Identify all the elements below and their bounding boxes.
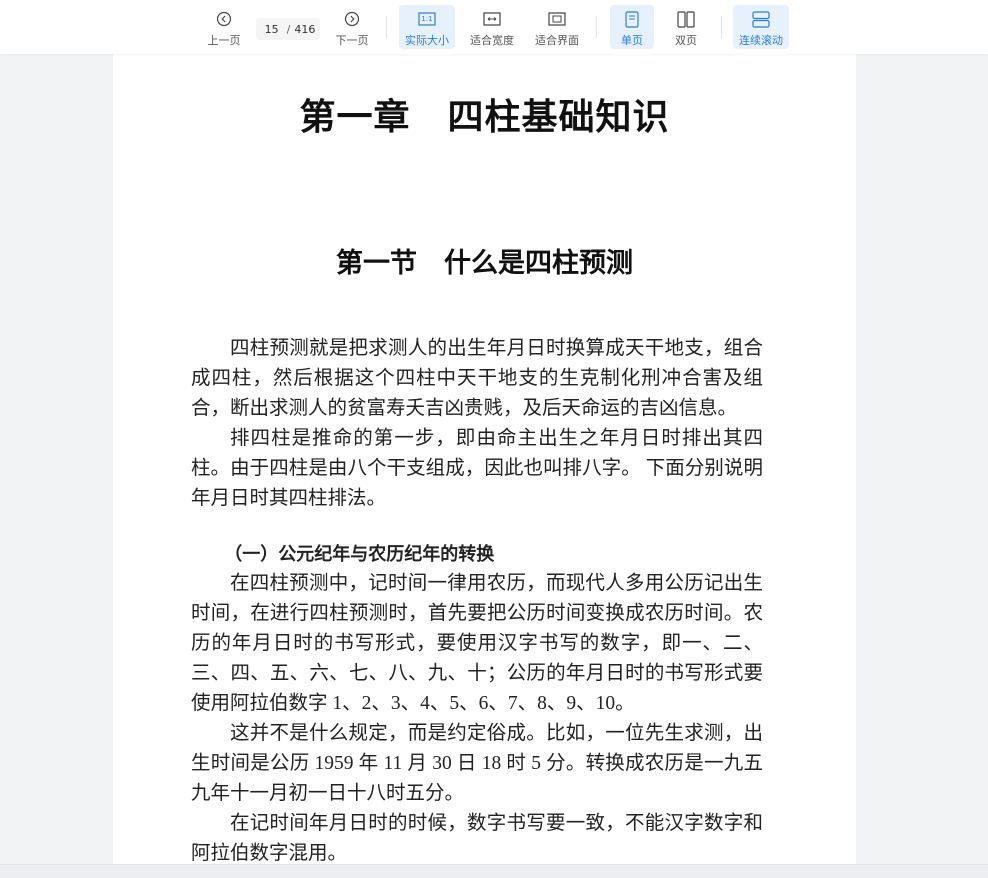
- page-indicator: 15 / 416: [256, 18, 320, 40]
- toolbar-divider: [721, 16, 722, 38]
- double-page-label: 双页: [675, 34, 697, 47]
- continuous-scroll-button[interactable]: 连续滚动: [733, 5, 789, 49]
- actual-size-button[interactable]: 1:1 实际大小: [399, 5, 455, 49]
- document-viewport[interactable]: 第一章 四柱基础知识 第一节 什么是四柱预测 四柱预测就是把求测人的出生年月日时…: [0, 54, 988, 864]
- document-page: 第一章 四柱基础知识 第一节 什么是四柱预测 四柱预测就是把求测人的出生年月日时…: [113, 54, 856, 864]
- paragraph: 四柱预测就是把求测人的出生年月日时换算成天干地支，组合成四柱，然后根据这个四柱中…: [191, 338, 763, 419]
- double-page-button[interactable]: 双页: [664, 5, 708, 49]
- continuous-scroll-icon: [752, 10, 770, 28]
- toolbar-divider: [596, 16, 597, 38]
- viewer-toolbar: 上一页 15 / 416 下一页 1:1 实际大小 适合宽度 适合界面 单页 双…: [0, 0, 988, 54]
- actual-size-icon: 1:1: [418, 10, 436, 28]
- section-title: 第一节 什么是四柱预测: [336, 248, 633, 279]
- fit-width-label: 适合宽度: [470, 34, 514, 47]
- paragraph: 这并不是什么规定，而是约定俗成。比如，一位先生求测，出生时间是公历 1959 年…: [191, 723, 763, 804]
- single-page-icon: [625, 10, 639, 28]
- current-page-input[interactable]: 15: [261, 23, 283, 36]
- bottom-bar: [0, 864, 988, 878]
- page-body-text: 四柱预测就是把求测人的出生年月日时换算成天干地支，组合成四柱，然后根据这个四柱中…: [191, 334, 763, 864]
- next-page-label: 下一页: [335, 34, 369, 47]
- double-page-icon: [677, 10, 695, 28]
- chapter-title: 第一章 四柱基础知识: [299, 96, 670, 138]
- prev-page-button[interactable]: 上一页: [203, 5, 245, 49]
- continuous-scroll-label: 连续滚动: [739, 34, 783, 47]
- chevron-left-circle-icon: [216, 10, 232, 28]
- fit-page-label: 适合界面: [535, 34, 579, 47]
- actual-size-glyph: 1:1: [421, 15, 433, 23]
- total-pages: 416: [294, 22, 316, 36]
- page-separator: /: [286, 22, 291, 36]
- subheading: （一）公元纪年与农历纪年的转换: [224, 544, 495, 565]
- actual-size-label: 实际大小: [405, 34, 449, 47]
- fit-width-icon: [483, 10, 501, 28]
- fit-width-button[interactable]: 适合宽度: [466, 5, 518, 49]
- fit-page-button[interactable]: 适合界面: [531, 5, 583, 49]
- single-page-label: 单页: [621, 34, 643, 47]
- prev-page-label: 上一页: [207, 34, 241, 47]
- toolbar-divider: [386, 16, 387, 38]
- paragraph: 在记时间年月日时的时候，数字书写要一致，不能汉字数字和阿拉伯数字混用。: [191, 813, 763, 864]
- fit-page-icon: [548, 10, 566, 28]
- next-page-button[interactable]: 下一页: [331, 5, 373, 49]
- paragraph: 在四柱预测中，记时间一律用农历，而现代人多用公历记出生时间，在进行四柱预测时，首…: [191, 573, 763, 714]
- paragraph: 排四柱是推命的第一步，即由命主出生之年月日时排出其四柱。由于四柱是由八个干支组成…: [191, 428, 763, 509]
- chevron-right-circle-icon: [344, 10, 360, 28]
- single-page-button[interactable]: 单页: [610, 5, 654, 49]
